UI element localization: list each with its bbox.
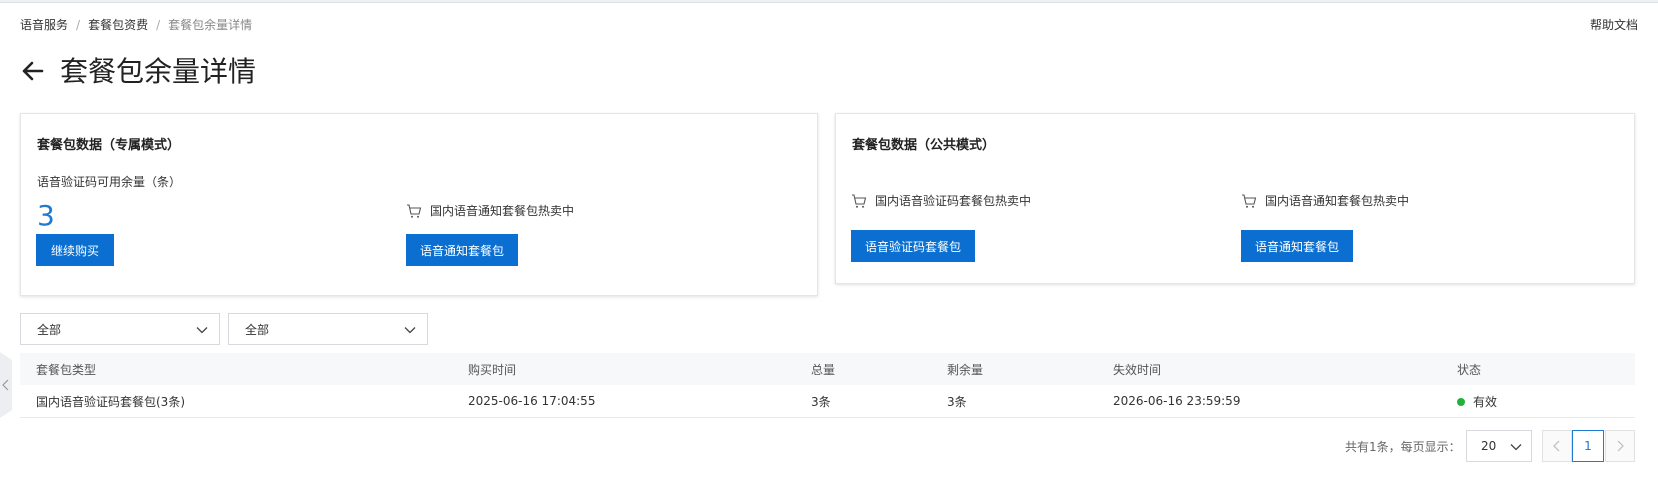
package-table: 套餐包类型 购买时间 总量 剩余量 失效时间 状态 国内语音验证码套餐包(3条)… bbox=[20, 353, 1635, 418]
top-border bbox=[0, 0, 1658, 3]
cell-purchase-time: 2025-06-16 17:04:55 bbox=[468, 394, 596, 408]
package-type-filter[interactable]: 全部 bbox=[20, 313, 220, 345]
pagination-total: 共有1条，每页显示： bbox=[1345, 440, 1461, 454]
public-package-card: 套餐包数据（公共模式） 国内语音验证码套餐包热卖中 语音验证码套餐包 国内语音通… bbox=[835, 113, 1635, 284]
status-text: 有效 bbox=[1473, 394, 1498, 409]
promo-voice-code: 国内语音验证码套餐包热卖中 bbox=[851, 192, 1031, 209]
available-value: 3 bbox=[37, 199, 55, 232]
breadcrumb-separator: / bbox=[76, 17, 81, 32]
promo-voice-notify: 国内语音通知套餐包热卖中 bbox=[406, 202, 574, 219]
cart-icon bbox=[851, 193, 867, 209]
chevron-left-icon bbox=[1553, 440, 1560, 452]
breadcrumb-separator: / bbox=[156, 17, 161, 32]
sidebar-collapse-tab[interactable] bbox=[0, 352, 12, 418]
table-row: 国内语音验证码套餐包(3条) 2025-06-16 17:04:55 3条 3条… bbox=[20, 385, 1635, 418]
chevron-down-icon bbox=[403, 323, 417, 337]
status-dot-icon bbox=[1457, 398, 1465, 406]
breadcrumb-voice-service[interactable]: 语音服务 bbox=[20, 16, 68, 33]
promo-text: 国内语音验证码套餐包热卖中 bbox=[875, 194, 1032, 208]
cart-icon bbox=[406, 203, 422, 219]
header-purchase-time: 购买时间 bbox=[468, 362, 517, 377]
header-status: 状态 bbox=[1457, 362, 1482, 377]
cell-status: 有效 bbox=[1457, 393, 1497, 410]
voice-notify-package-button[interactable]: 语音通知套餐包 bbox=[406, 234, 518, 266]
card-title: 套餐包数据（专属模式） bbox=[37, 138, 181, 153]
cell-remaining: 3条 bbox=[947, 394, 967, 409]
current-page-button[interactable]: 1 bbox=[1572, 430, 1604, 462]
cell-package-type: 国内语音验证码套餐包(3条) bbox=[36, 394, 185, 409]
breadcrumb-package-pricing[interactable]: 套餐包资费 bbox=[88, 16, 148, 33]
voice-code-package-button[interactable]: 语音验证码套餐包 bbox=[851, 230, 975, 262]
header-expire-time: 失效时间 bbox=[1113, 362, 1162, 377]
header-total: 总量 bbox=[811, 362, 836, 377]
chevron-left-icon bbox=[2, 379, 9, 391]
cart-icon bbox=[1241, 193, 1257, 209]
chevron-right-icon bbox=[1617, 440, 1624, 452]
filter-value: 全部 bbox=[245, 322, 270, 337]
page-title: 套餐包余量详情 bbox=[60, 55, 257, 88]
next-page-button[interactable] bbox=[1605, 430, 1635, 462]
promo-voice-notify: 国内语音通知套餐包热卖中 bbox=[1241, 192, 1409, 209]
promo-text: 国内语音通知套餐包热卖中 bbox=[430, 204, 575, 218]
chevron-down-icon bbox=[1509, 440, 1523, 454]
header-package-type: 套餐包类型 bbox=[36, 362, 97, 377]
prev-page-button[interactable] bbox=[1542, 430, 1572, 462]
table-header: 套餐包类型 购买时间 总量 剩余量 失效时间 状态 bbox=[20, 353, 1635, 385]
page-size-select[interactable]: 20 bbox=[1466, 430, 1532, 462]
promo-text: 国内语音通知套餐包热卖中 bbox=[1265, 194, 1410, 208]
status-filter[interactable]: 全部 bbox=[228, 313, 428, 345]
breadcrumb-current: 套餐包余量详情 bbox=[168, 18, 253, 32]
cell-expire-time: 2026-06-16 23:59:59 bbox=[1113, 394, 1241, 408]
header-remaining: 剩余量 bbox=[947, 362, 984, 377]
card-title: 套餐包数据（公共模式） bbox=[852, 138, 996, 153]
cell-total: 3条 bbox=[811, 394, 831, 409]
exclusive-package-card: 套餐包数据（专属模式） 语音验证码可用余量（条） 3 继续购买 国内语音通知套餐… bbox=[20, 113, 818, 296]
back-arrow-icon[interactable] bbox=[20, 58, 46, 84]
continue-buy-button[interactable]: 继续购买 bbox=[36, 234, 114, 266]
breadcrumb: 语音服务 / 套餐包资费 / 套餐包余量详情 bbox=[20, 16, 252, 33]
page-size-value: 20 bbox=[1481, 439, 1497, 453]
available-label: 语音验证码可用余量（条） bbox=[37, 175, 182, 189]
voice-notify-package-button[interactable]: 语音通知套餐包 bbox=[1241, 230, 1353, 262]
help-docs-link[interactable]: 帮助文档 bbox=[1590, 16, 1638, 33]
chevron-down-icon bbox=[195, 323, 209, 337]
filter-value: 全部 bbox=[37, 322, 62, 337]
